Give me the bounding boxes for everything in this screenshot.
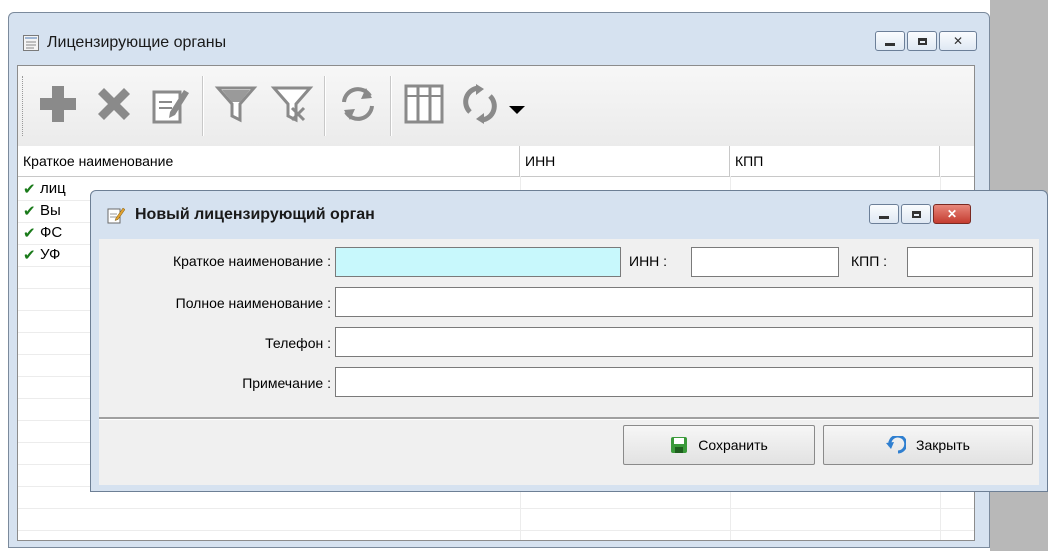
dialog-close-button[interactable]: ✕ <box>933 204 971 224</box>
delete-icon <box>98 88 130 120</box>
dropdown-arrow-icon <box>509 106 525 114</box>
sync-icon <box>463 84 497 124</box>
inn-label: ИНН : <box>629 253 668 269</box>
maximize-button[interactable] <box>907 31 937 51</box>
edit-icon <box>152 90 189 124</box>
dialog-maximize-button[interactable] <box>901 204 931 224</box>
check-icon: ✔ <box>23 247 36 264</box>
phone-label: Телефон : <box>265 335 331 351</box>
dialog-titlebar[interactable]: Новый лицензирующий орган ✕ <box>91 191 1047 239</box>
toolbar-separator <box>202 76 204 136</box>
refresh-button[interactable] <box>330 74 386 134</box>
main-titlebar[interactable]: Лицензирующие органы ✕ <box>9 13 989 65</box>
inn-input[interactable] <box>691 247 839 277</box>
maximize-icon <box>911 210 921 218</box>
dialog-title: Новый лицензирующий орган <box>135 206 375 223</box>
clear-filter-button[interactable] <box>264 74 320 134</box>
minimize-icon <box>879 215 889 219</box>
column-header-kpp[interactable]: КПП <box>730 146 940 176</box>
refresh-icon <box>342 87 374 121</box>
delete-button[interactable] <box>86 74 142 134</box>
maximize-icon <box>917 37 927 45</box>
sync-button[interactable] <box>452 74 508 134</box>
close-icon: ✕ <box>952 34 964 48</box>
main-window-title: Лицензирующие органы <box>47 34 227 51</box>
close-icon: ✕ <box>946 207 958 221</box>
save-button[interactable]: Сохранить <box>623 425 815 465</box>
note-input[interactable] <box>335 367 1033 397</box>
close-dialog-button[interactable]: Закрыть <box>823 425 1033 465</box>
kpp-label: КПП : <box>851 253 888 269</box>
filter-icon <box>214 86 258 123</box>
save-icon <box>671 437 688 453</box>
table-row-empty <box>18 508 974 531</box>
save-label: Сохранить <box>698 437 768 453</box>
kpp-input[interactable] <box>907 247 1033 277</box>
dialog-separator <box>99 417 1039 420</box>
close-label: Закрыть <box>916 437 970 453</box>
phone-input[interactable] <box>335 327 1033 357</box>
check-icon: ✔ <box>23 181 36 198</box>
full-name-label: Полное наименование : <box>175 295 331 311</box>
sync-dropdown-button[interactable] <box>502 74 532 134</box>
columns-icon <box>404 84 444 124</box>
short-name-label: Краткое наименование : <box>172 253 331 269</box>
toolbar-separator <box>390 76 392 136</box>
app-list-icon <box>23 35 39 51</box>
toolbar <box>18 66 974 147</box>
minimize-button[interactable] <box>875 31 905 51</box>
new-organ-dialog: Новый лицензирующий орган ✕ Краткое наим… <box>90 190 1048 492</box>
columns-button[interactable] <box>396 74 452 134</box>
full-name-input[interactable] <box>335 287 1033 317</box>
column-header-inn[interactable]: ИНН <box>520 146 730 176</box>
clear-filter-icon <box>270 86 314 123</box>
toolbar-separator <box>324 76 326 136</box>
dialog-minimize-button[interactable] <box>869 204 899 224</box>
filter-button[interactable] <box>208 74 264 134</box>
short-name-input[interactable] <box>335 247 621 277</box>
edit-document-icon <box>107 206 126 224</box>
undo-arrow-icon <box>886 436 907 454</box>
edit-button[interactable] <box>142 74 198 134</box>
toolbar-grip[interactable] <box>22 76 26 136</box>
add-icon <box>40 86 76 122</box>
dialog-client-area: Краткое наименование : ИНН : КПП : Полно… <box>99 239 1039 485</box>
close-button[interactable]: ✕ <box>939 31 977 51</box>
grid-header: Краткое наименование ИНН КПП <box>18 146 974 177</box>
check-icon: ✔ <box>23 203 36 220</box>
note-label: Примечание : <box>242 375 331 391</box>
column-header-short-name[interactable]: Краткое наименование <box>18 146 520 176</box>
check-icon: ✔ <box>23 225 36 242</box>
add-button[interactable] <box>30 74 86 134</box>
minimize-icon <box>885 42 895 46</box>
